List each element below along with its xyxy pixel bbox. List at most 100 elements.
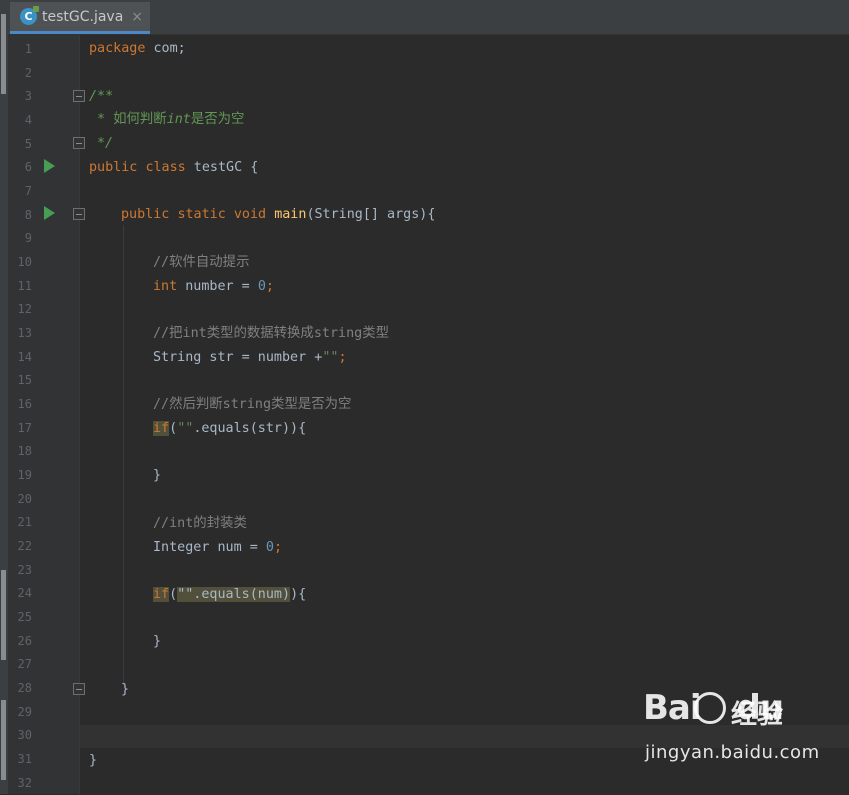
line-number[interactable]: 14 [8, 346, 32, 370]
number-literal: 0 [257, 279, 266, 294]
code-text: testGC { [185, 160, 259, 175]
editor-tab-bar: C testGC.java × [8, 0, 849, 35]
fold-icon[interactable] [73, 137, 85, 149]
code-line-19[interactable]: } [153, 464, 161, 488]
line-number[interactable]: 31 [8, 748, 32, 772]
number-literal: 0 [265, 540, 274, 555]
keyword: if [153, 421, 170, 436]
paw-icon [694, 692, 726, 724]
code-text: Integer num = [153, 540, 266, 555]
method-name: main [274, 207, 307, 222]
doc-comment: /** [89, 89, 114, 104]
line-number[interactable]: 27 [8, 653, 32, 677]
line-number[interactable]: 1 [8, 38, 32, 62]
semicolon: ; [273, 540, 282, 555]
line-number[interactable]: 10 [8, 251, 32, 275]
code-line-11[interactable]: int number = 0; [153, 275, 274, 299]
line-number[interactable]: 15 [8, 369, 32, 393]
line-number[interactable]: 21 [8, 511, 32, 535]
line-comment: //把int类型的数据转换成string类型 [153, 326, 389, 341]
code-line-3[interactable]: /** [89, 85, 113, 109]
code-text: } [153, 634, 162, 649]
editor-tab-testgc[interactable]: C testGC.java × [10, 2, 150, 34]
code-line-31[interactable]: } [89, 749, 97, 773]
code-text: com; [145, 41, 186, 56]
string-literal: "" [322, 350, 339, 365]
code-line-21[interactable]: //int的封装类 [153, 512, 247, 536]
doc-comment: */ [97, 136, 114, 151]
code-line-24[interactable]: if("".equals(num)){ [153, 583, 306, 607]
keyword: public [121, 207, 170, 222]
watermark-url: jingyan.baidu.com [645, 742, 820, 763]
line-number[interactable]: 11 [8, 275, 32, 299]
line-number[interactable]: 6 [8, 156, 32, 180]
string-literal: "" [177, 421, 194, 436]
code-line-13[interactable]: //把int类型的数据转换成string类型 [153, 322, 389, 346]
run-main-icon[interactable] [44, 206, 55, 220]
code-text: } [153, 468, 162, 483]
code-line-6[interactable]: public class testGC { [89, 156, 258, 180]
line-number[interactable]: 7 [8, 180, 32, 204]
favorites-tool-button[interactable] [1, 700, 6, 780]
code-line-14[interactable]: String str = number +""; [153, 346, 347, 370]
line-number[interactable]: 28 [8, 677, 32, 701]
line-number[interactable]: 25 [8, 606, 32, 630]
code-text: } [121, 682, 130, 697]
project-tool-button[interactable] [1, 14, 6, 94]
code-line-1[interactable]: package com; [89, 37, 186, 61]
keyword: class [145, 160, 186, 175]
line-number[interactable]: 26 [8, 630, 32, 654]
tab-filename: testGC.java [42, 8, 124, 25]
code-line-28[interactable]: } [121, 678, 129, 702]
code-line-26[interactable]: } [153, 630, 161, 654]
keyword: public [89, 160, 138, 175]
line-number[interactable]: 5 [8, 133, 32, 157]
line-number[interactable]: 20 [8, 488, 32, 512]
line-number[interactable]: 30 [8, 724, 32, 748]
line-number[interactable]: 16 [8, 393, 32, 417]
code-text: } [89, 753, 98, 768]
structure-tool-button[interactable] [1, 570, 6, 660]
code-line-10[interactable]: //软件自动提示 [153, 251, 249, 275]
line-number[interactable]: 9 [8, 227, 32, 251]
line-number[interactable]: 13 [8, 322, 32, 346]
line-number[interactable]: 32 [8, 772, 32, 795]
line-comment: //然后判断string类型是否为空 [153, 397, 352, 412]
line-number[interactable]: 17 [8, 417, 32, 441]
warning-highlight: "".equals(num) [177, 587, 291, 602]
code-text: .equals(str)){ [193, 421, 307, 436]
fold-icon[interactable] [73, 208, 85, 220]
line-number[interactable]: 4 [8, 109, 32, 133]
code-line-16[interactable]: //然后判断string类型是否为空 [153, 393, 351, 417]
close-icon[interactable]: × [131, 9, 143, 25]
doc-comment-star: * [97, 112, 114, 127]
code-text: ( [169, 587, 178, 602]
line-number[interactable]: 29 [8, 701, 32, 725]
watermark-cn-text: 经验 [731, 700, 784, 730]
line-number[interactable]: 8 [8, 204, 32, 228]
code-line-22[interactable]: Integer num = 0; [153, 536, 282, 560]
code-line-5[interactable]: */ [97, 132, 113, 156]
run-class-icon[interactable] [44, 159, 55, 173]
line-number[interactable]: 19 [8, 464, 32, 488]
code-line-17[interactable]: if("".equals(str)){ [153, 417, 306, 441]
line-number[interactable]: 22 [8, 535, 32, 559]
code-text: String str = number + [153, 350, 323, 365]
indent-guide [123, 225, 124, 685]
line-number[interactable]: 24 [8, 582, 32, 606]
fold-icon[interactable] [73, 683, 85, 695]
line-number[interactable]: 12 [8, 298, 32, 322]
line-comment: //int的封装类 [153, 516, 247, 531]
baidu-jingyan-watermark: Bai du 经验 jingyan.baidu.com [643, 688, 819, 778]
line-number[interactable]: 2 [8, 62, 32, 86]
keyword: if [153, 587, 170, 602]
code-line-4[interactable]: * 如何判断int是否为空 [97, 108, 244, 132]
doc-comment-text: 如何判断 [113, 112, 167, 127]
fold-icon[interactable] [73, 90, 85, 102]
code-line-8[interactable]: public static void main(String[] args){ [121, 203, 435, 227]
line-number[interactable]: 18 [8, 440, 32, 464]
line-number[interactable]: 3 [8, 85, 32, 109]
keyword: static [177, 207, 226, 222]
line-number[interactable]: 23 [8, 559, 32, 583]
keyword: package [89, 41, 146, 56]
